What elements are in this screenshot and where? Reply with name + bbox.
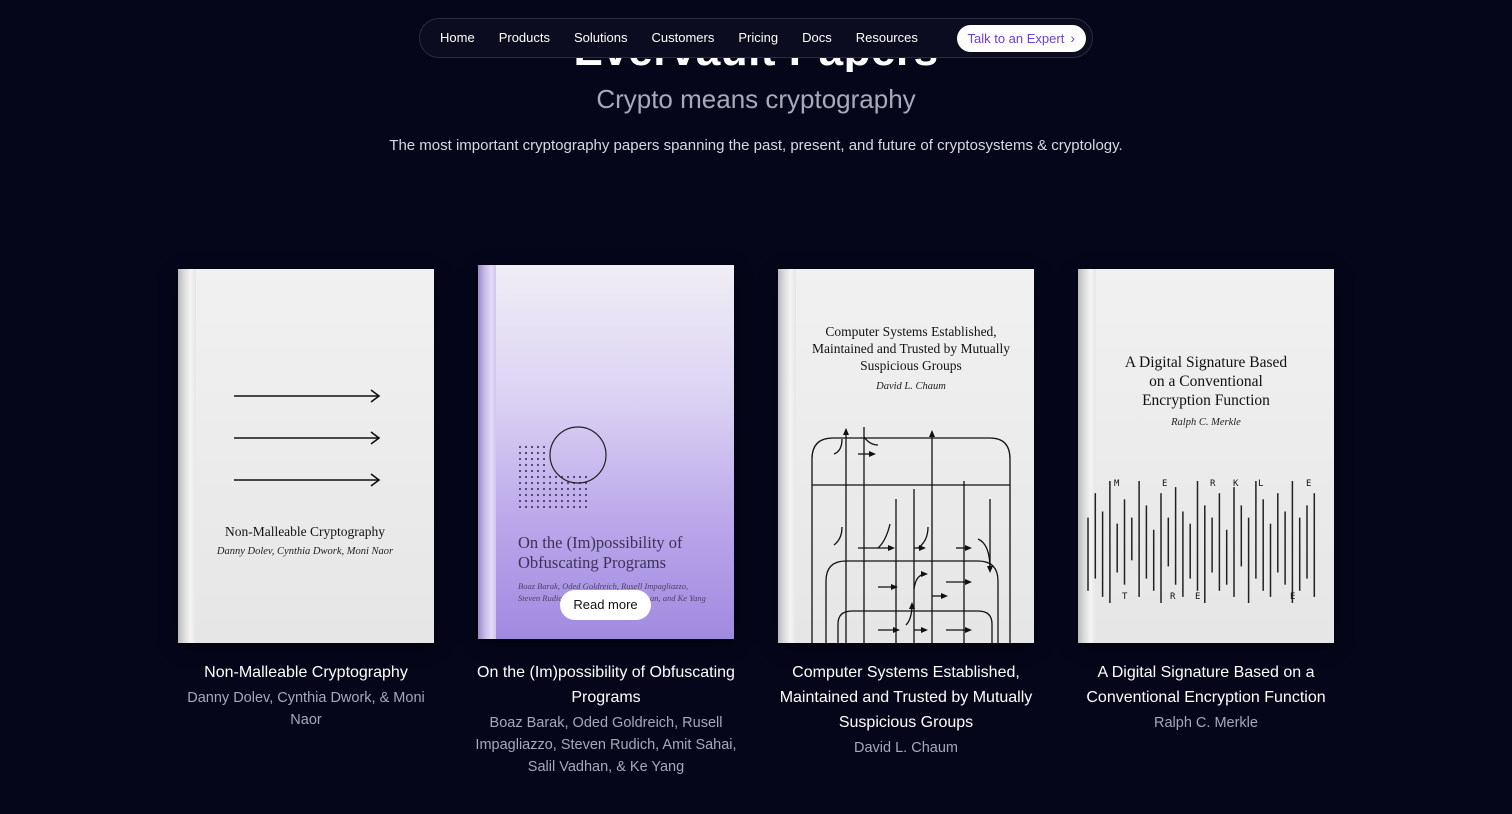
- paper-authors: Danny Dolev, Cynthia Dwork, & Moni Naor: [187, 690, 425, 728]
- hero-title-clip: Evervault Papers: [0, 58, 1512, 72]
- paper-caption: Non-Malleable Cryptography Danny Dolev, …: [170, 660, 442, 731]
- page-tagline: The most important cryptography papers s…: [389, 137, 1123, 154]
- top-nav: Home Products Solutions Customers Pricin…: [419, 18, 1093, 58]
- merkle-letter: M: [1114, 479, 1120, 489]
- cover-title: On the (Im)possibility of Obfuscating Pr…: [518, 533, 683, 572]
- talk-to-expert-button[interactable]: Talk to an Expert ›: [956, 24, 1086, 52]
- cover-title: Non-Malleable Cryptography: [224, 524, 386, 539]
- nav-solutions[interactable]: Solutions: [564, 18, 637, 58]
- cover-authors: Danny Dolev, Cynthia Dwork, Moni Naor: [216, 546, 394, 557]
- merkle-letter: R: [1210, 479, 1216, 489]
- merkle-letter: L: [1258, 479, 1264, 489]
- page-subtitle: Crypto means cryptography: [596, 84, 916, 114]
- merkle-letter: E: [1290, 592, 1296, 602]
- arrows-illustration: [234, 389, 381, 487]
- nav-docs[interactable]: Docs: [792, 18, 842, 58]
- paper-authors: Boaz Barak, Oded Goldreich, Rusell Impag…: [475, 715, 737, 775]
- paper-title[interactable]: Non-Malleable Cryptography: [170, 660, 442, 685]
- merkle-letter: R: [1170, 592, 1176, 602]
- merkle-letter: K: [1233, 479, 1239, 489]
- nav-pricing[interactable]: Pricing: [728, 18, 788, 58]
- book-cover-obfuscation[interactable]: On the (Im)possibility of Obfuscating Pr…: [478, 265, 734, 639]
- paper-caption: On the (Im)possibility of Obfuscating Pr…: [464, 660, 748, 778]
- merkle-letter: T: [1122, 592, 1128, 602]
- book-cover-non-malleable[interactable]: Non-Malleable Cryptography Danny Dolev, …: [178, 269, 434, 643]
- paper-title[interactable]: Computer Systems Established, Maintained…: [770, 660, 1042, 735]
- nav-resources[interactable]: Resources: [846, 18, 928, 58]
- paper-authors: Ralph C. Merkle: [1154, 715, 1258, 731]
- merkle-letter: E: [1162, 479, 1168, 489]
- read-more-button[interactable]: Read more: [560, 590, 651, 620]
- book-cover-computer-systems[interactable]: Computer Systems Established, Maintained…: [778, 269, 1034, 643]
- paper-title[interactable]: On the (Im)possibility of Obfuscating Pr…: [464, 660, 748, 710]
- nav-products[interactable]: Products: [489, 18, 560, 58]
- merkle-letter: E: [1306, 479, 1312, 489]
- merkle-letter: E: [1195, 592, 1201, 602]
- merkle-tree-lines-illustration: [1087, 481, 1316, 603]
- chevron-right-icon: ›: [1070, 30, 1075, 46]
- circuit-illustration: [811, 427, 1011, 643]
- paper-authors: David L. Chaum: [854, 740, 958, 756]
- page-title: Evervault Papers: [0, 58, 1512, 72]
- nav-customers[interactable]: Customers: [641, 18, 724, 58]
- nav-home[interactable]: Home: [430, 18, 485, 58]
- cover-authors-line2-right: an, and Ke Yang: [650, 593, 706, 603]
- paper-title[interactable]: A Digital Signature Based on a Conventio…: [1070, 660, 1342, 710]
- book-cover-digital-signature[interactable]: A Digital Signature Based on a Conventio…: [1078, 269, 1334, 643]
- cta-label: Talk to an Expert: [967, 30, 1065, 46]
- paper-caption: Computer Systems Established, Maintained…: [770, 660, 1042, 759]
- paper-caption: A Digital Signature Based on a Conventio…: [1070, 660, 1342, 734]
